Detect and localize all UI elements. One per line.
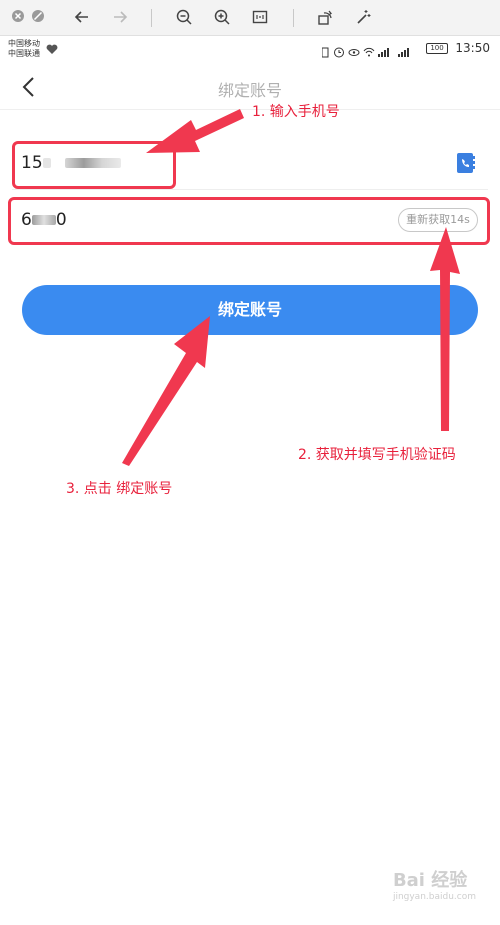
- block-icon[interactable]: [28, 8, 48, 28]
- annotation-step2: 2. 获取并填写手机验证码: [298, 447, 456, 463]
- zoom-out-icon[interactable]: [174, 8, 194, 28]
- status-time: 13:50: [455, 41, 490, 55]
- highlight-box-code: [8, 197, 490, 245]
- viewer-toolbar: [0, 0, 500, 36]
- contacts-button[interactable]: [454, 151, 478, 175]
- nav-bar: 绑定账号: [0, 64, 500, 110]
- phonebook-icon: [457, 153, 475, 173]
- carrier-2: 中国联通: [8, 49, 40, 58]
- fit-screen-icon[interactable]: [250, 8, 270, 28]
- status-bar: 中国移动 中国联通 100 13:50: [0, 36, 500, 64]
- toolbar-divider: [151, 9, 152, 27]
- carrier-labels: 中国移动 中国联通: [8, 39, 40, 59]
- battery-indicator: 100: [426, 43, 448, 54]
- watermark: Bai 经验 jingyan.baidu.com: [393, 866, 476, 902]
- rotate-icon[interactable]: [315, 8, 335, 28]
- arrow-step3: [122, 316, 210, 466]
- watermark-sub: jingyan.baidu.com: [392, 892, 476, 902]
- zoom-in-icon[interactable]: [212, 8, 232, 28]
- heart-rate-icon: [46, 40, 58, 59]
- status-icons: [321, 43, 434, 62]
- back-arrow-icon[interactable]: [72, 8, 92, 28]
- page-title: 绑定账号: [217, 81, 282, 100]
- close-circle-icon[interactable]: [8, 8, 28, 28]
- bind-account-button[interactable]: 绑定账号: [22, 285, 478, 335]
- annotation-step1: 1. 输入手机号: [252, 104, 340, 120]
- forward-arrow-icon[interactable]: [110, 8, 130, 28]
- annotation-step3: 3. 点击 绑定账号: [66, 481, 173, 497]
- toolbar-divider: [293, 9, 294, 27]
- highlight-box-phone: [12, 141, 176, 189]
- watermark-main: Bai 经验: [392, 870, 468, 891]
- carrier-1: 中国移动: [8, 39, 40, 48]
- magic-wand-icon[interactable]: [353, 8, 373, 28]
